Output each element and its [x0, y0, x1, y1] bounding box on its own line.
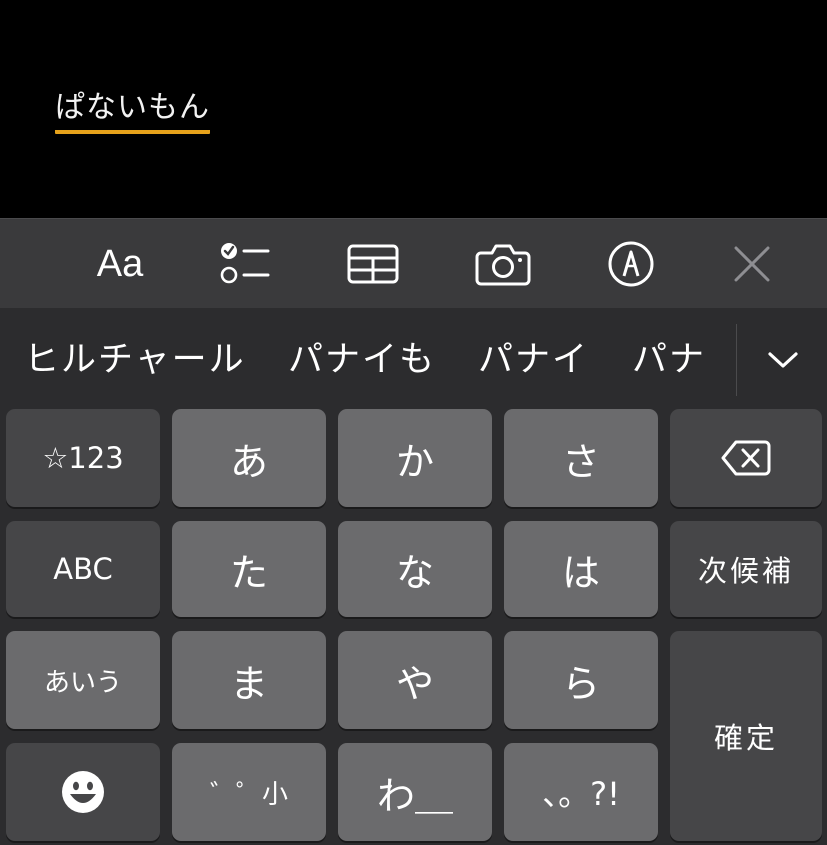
close-icon — [734, 246, 770, 282]
emoji-icon — [62, 771, 104, 813]
key-dakuten[interactable]: ゛゜小 — [172, 743, 326, 841]
candidate-2[interactable]: パナイも — [288, 308, 436, 405]
delete-key[interactable] — [670, 409, 822, 507]
candidate-divider — [736, 324, 737, 396]
kana-mode-key[interactable]: あいう — [6, 631, 160, 729]
candidate-3[interactable]: パナイ — [478, 308, 589, 405]
key-ya[interactable]: や — [338, 631, 492, 729]
next-candidate-key[interactable]: 次候補 — [670, 521, 822, 617]
expand-candidates-button[interactable] — [742, 320, 824, 400]
checklist-icon — [220, 243, 270, 284]
markup-icon — [608, 241, 654, 287]
format-button[interactable]: Aa — [82, 219, 158, 309]
abc-key[interactable]: ABC — [6, 521, 160, 617]
candidate-4[interactable]: パナ — [632, 308, 706, 405]
chevron-down-icon — [768, 352, 798, 368]
key-ra[interactable]: ら — [504, 631, 658, 729]
prediction-bar: ヒルチャール パナイも パナイ パナ — [0, 308, 827, 405]
dismiss-button[interactable] — [720, 219, 784, 309]
table-button[interactable] — [340, 219, 406, 309]
delete-icon — [721, 440, 771, 476]
key-ta[interactable]: た — [172, 521, 326, 617]
checklist-button[interactable] — [212, 219, 278, 309]
format-label: Aa — [96, 242, 144, 285]
notes-keyboard-toolbar: Aa — [0, 218, 827, 309]
flick-keyboard: ☆123 あ か さ ABC た な は 次候補 あいう ま や ら 確定 ゛゜… — [0, 405, 827, 845]
key-punctuation[interactable]: 、。?! — [504, 743, 658, 841]
note-body[interactable]: ぱないもん — [0, 0, 827, 218]
key-wa[interactable]: わ＿ — [338, 743, 492, 841]
key-ka[interactable]: か — [338, 409, 492, 507]
key-ha[interactable]: は — [504, 521, 658, 617]
key-na[interactable]: な — [338, 521, 492, 617]
confirm-key[interactable]: 確定 — [670, 631, 822, 841]
emoji-key[interactable] — [6, 743, 160, 841]
table-icon — [347, 244, 399, 284]
key-sa[interactable]: さ — [504, 409, 658, 507]
key-ma[interactable]: ま — [172, 631, 326, 729]
symbols-key[interactable]: ☆123 — [6, 409, 160, 507]
composing-text[interactable]: ぱないもん — [55, 90, 210, 134]
camera-icon — [475, 244, 531, 286]
candidate-1[interactable]: ヒルチャール — [24, 308, 246, 405]
camera-button[interactable] — [470, 219, 536, 309]
markup-button[interactable] — [598, 219, 664, 309]
key-a[interactable]: あ — [172, 409, 326, 507]
